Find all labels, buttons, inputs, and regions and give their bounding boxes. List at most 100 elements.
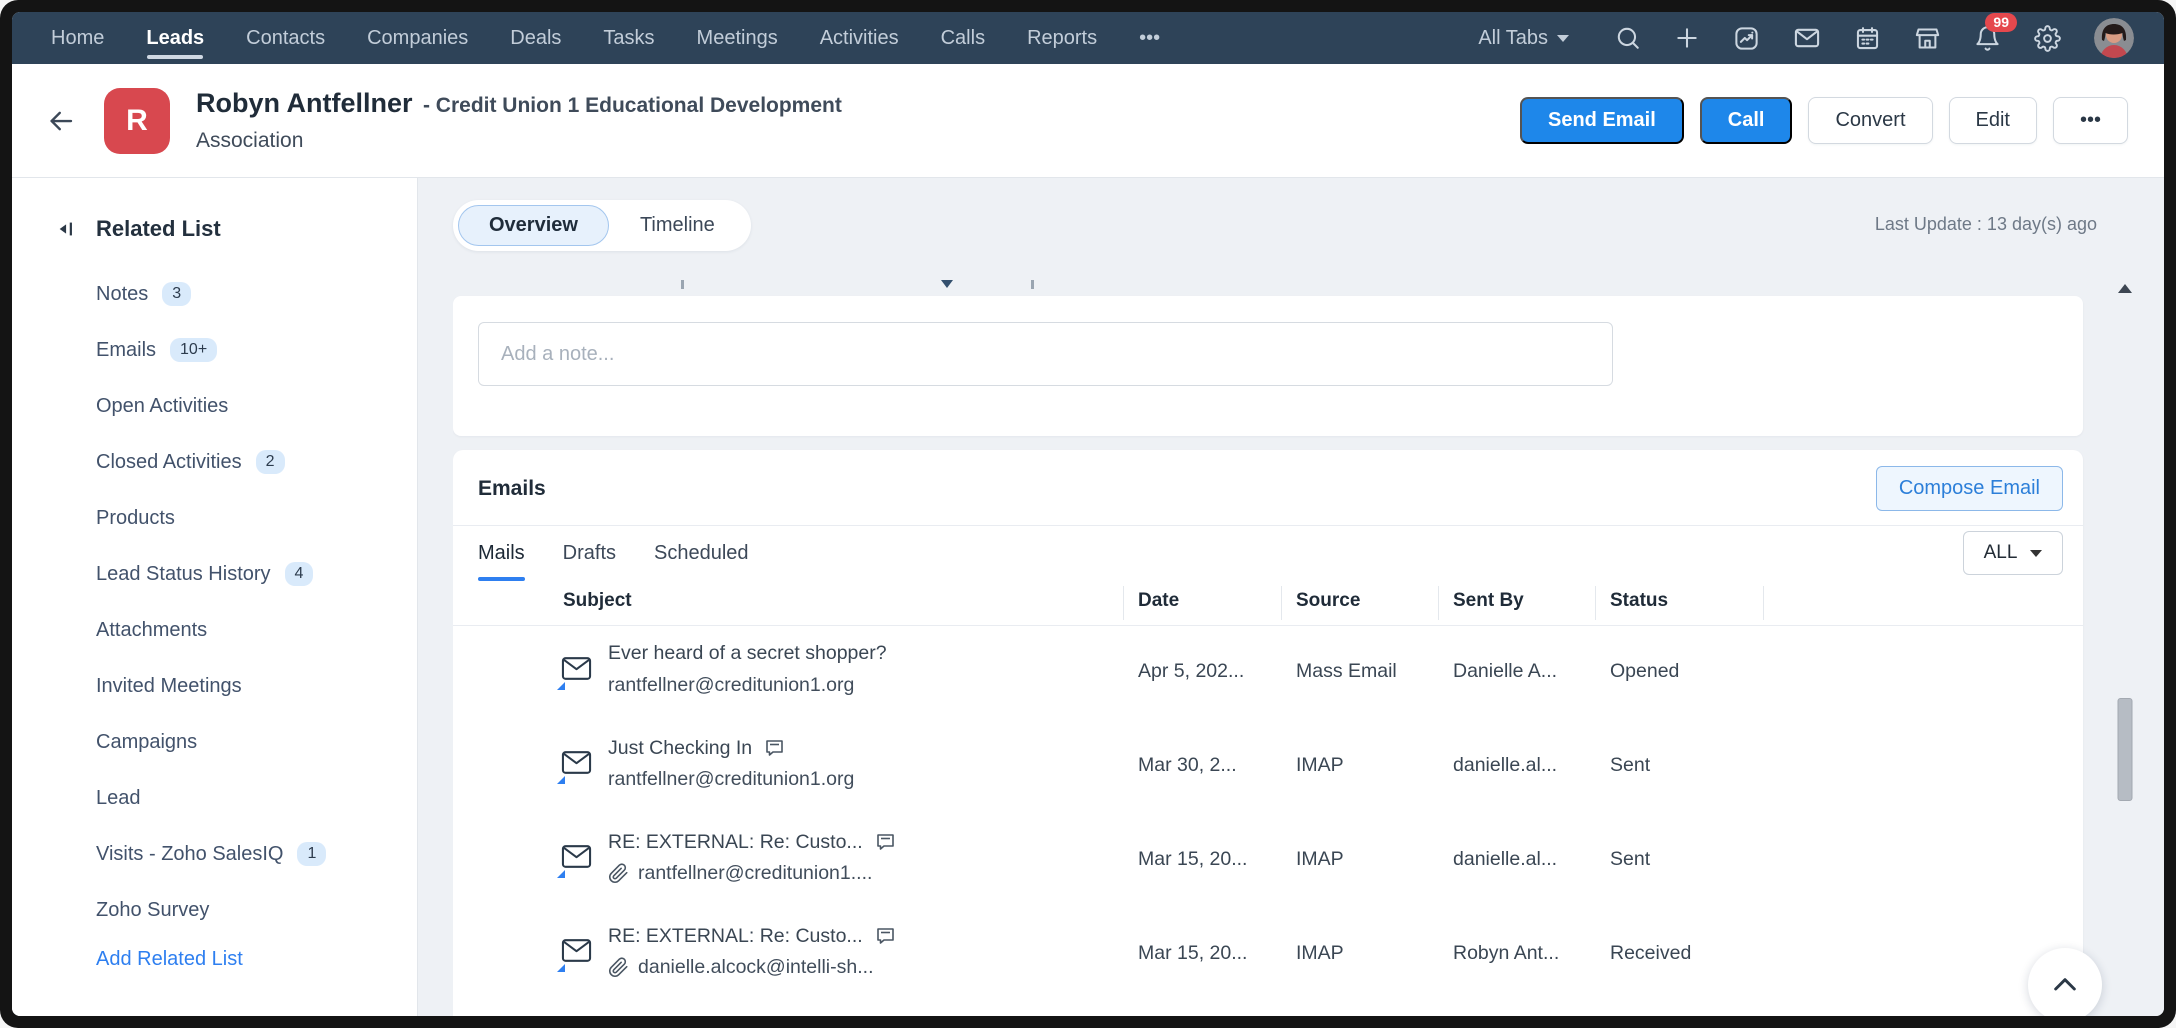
sidebar-item-label: Invited Meetings (96, 675, 242, 698)
call-button[interactable]: Call (1700, 97, 1793, 144)
email-row[interactable]: Just Checking In rantfellner@creditunion… (453, 720, 2083, 814)
sidebar-item[interactable]: Notes 3 (56, 266, 417, 322)
calendar-icon[interactable] (1854, 25, 1881, 52)
add-related-list-link[interactable]: Add Related List (96, 948, 243, 971)
convert-button[interactable]: Convert (1808, 97, 1932, 144)
notifications-bell-icon[interactable]: 99 (1974, 25, 2001, 52)
back-arrow-icon[interactable] (46, 106, 76, 136)
email-subject: RE: EXTERNAL: Re: Custo... (608, 925, 863, 948)
related-list-header: Related List (56, 216, 417, 242)
marketplace-store-icon[interactable] (1914, 25, 1941, 52)
sidebar-item-label: Emails (96, 339, 156, 362)
nav-tab[interactable]: Home (30, 12, 125, 64)
envelope-icon (561, 938, 592, 968)
related-list-sidebar: Related List Notes 3 Emails 10+ Open Act… (12, 178, 418, 1016)
send-email-button[interactable]: Send Email (1520, 97, 1684, 144)
scroll-to-top-button[interactable] (2028, 948, 2102, 1016)
mail-icon[interactable] (1793, 24, 1821, 52)
chevron-down-icon (1557, 35, 1569, 42)
sidebar-item-label: Lead (96, 787, 141, 810)
nav-tab[interactable]: Reports (1006, 12, 1118, 64)
sidebar-item-label: Open Activities (96, 395, 228, 418)
sidebar-item[interactable]: Products (56, 490, 417, 546)
email-row[interactable]: Ever heard of a secret shopper? rantfell… (453, 626, 2083, 720)
quick-create-plus-icon[interactable] (1674, 25, 1700, 51)
emails-title: Emails (478, 477, 546, 501)
clipped-content-strip (453, 278, 2085, 292)
sidebar-item[interactable]: Lead Status History 4 (56, 546, 417, 602)
nav-tab[interactable]: Meetings (676, 12, 799, 64)
mail-tab[interactable]: Scheduled (654, 542, 749, 581)
compose-email-button[interactable]: Compose Email (1876, 466, 2063, 511)
sidebar-item[interactable]: Zoho Survey (56, 882, 417, 938)
vertical-scrollbar[interactable] (2108, 278, 2142, 1016)
email-row[interactable]: RE: EXTERNAL: Re: Custo... danielle.alco… (453, 908, 2083, 1002)
scrollbar-thumb[interactable] (2118, 698, 2133, 801)
collapse-panel-icon[interactable] (56, 218, 78, 240)
mail-tab[interactable]: Drafts (563, 542, 616, 581)
sidebar-item[interactable]: Emails 10+ (56, 322, 417, 378)
settings-gear-icon[interactable] (2034, 25, 2061, 52)
email-source: IMAP (1296, 754, 1344, 777)
sidebar-item-label: Visits - Zoho SalesIQ (96, 843, 283, 866)
nav-icon-cluster: 99 (1615, 18, 2134, 58)
more-actions-button[interactable]: ••• (2053, 97, 2128, 144)
record-name: Robyn Antfellner (196, 88, 413, 118)
email-address: rantfellner@creditunion1.... (638, 862, 872, 885)
email-source: IMAP (1296, 942, 1344, 965)
nav-tab[interactable]: Calls (920, 12, 1006, 64)
envelope-icon (561, 750, 592, 780)
envelope-icon (561, 656, 592, 686)
main-panel: OverviewTimeline Last Update : 13 day(s)… (418, 178, 2164, 1016)
email-direction-mark (557, 964, 565, 972)
edit-button[interactable]: Edit (1949, 97, 2037, 144)
chevron-up-icon (2049, 969, 2081, 1001)
sidebar-item[interactable]: Lead (56, 770, 417, 826)
all-tabs-dropdown[interactable]: All Tabs (1478, 27, 1569, 50)
nav-tab[interactable]: Leads (125, 12, 225, 64)
scrollbar-up-arrow[interactable] (2118, 284, 2132, 293)
email-status: Sent (1610, 754, 1650, 777)
nav-tab[interactable]: Tasks (582, 12, 675, 64)
email-sent-by: Danielle A... (1453, 660, 1557, 683)
screen: HomeLeadsContactsCompaniesDealsTasksMeet… (12, 12, 2164, 1016)
mail-tab[interactable]: Mails (478, 542, 525, 581)
add-note-input[interactable] (478, 322, 1613, 386)
activity-pulse-icon[interactable] (1733, 25, 1760, 52)
view-tab[interactable]: Timeline (609, 205, 746, 246)
nav-tab[interactable]: Contacts (225, 12, 346, 64)
nav-tab[interactable]: Activities (799, 12, 920, 64)
sidebar-item-label: Lead Status History (96, 563, 271, 586)
sidebar-item-label: Products (96, 507, 175, 530)
count-badge: 3 (162, 282, 191, 306)
sidebar-item[interactable]: Attachments (56, 602, 417, 658)
emails-card: Emails Compose Email Mails Drafts Schedule… (453, 450, 2083, 1016)
sidebar-item[interactable]: Open Activities (56, 378, 417, 434)
email-row[interactable]: RE: EXTERNAL: Re: Custo... rantfellner@c… (453, 814, 2083, 908)
nav-tab[interactable]: Deals (489, 12, 582, 64)
sidebar-item[interactable]: Campaigns (56, 714, 417, 770)
top-navbar: HomeLeadsContactsCompaniesDealsTasksMeet… (12, 12, 2164, 64)
thread-icon (873, 924, 897, 948)
column-sent-by: Sent By (1453, 590, 1524, 612)
record-scroll-area: Emails Compose Email Mails Drafts Schedule… (453, 278, 2085, 1016)
attachment-paperclip-icon (608, 957, 629, 978)
user-avatar[interactable] (2094, 18, 2134, 58)
sidebar-item[interactable]: Visits - Zoho SalesIQ 1 (56, 826, 417, 882)
mail-filter-value: ALL (1984, 542, 2018, 564)
attachment-paperclip-icon (608, 863, 629, 884)
record-actions: Send Email Call Convert Edit ••• (1520, 97, 2128, 144)
email-sent-by: danielle.al... (1453, 848, 1557, 871)
view-tabs: OverviewTimeline (453, 200, 751, 251)
sidebar-item[interactable]: Invited Meetings (56, 658, 417, 714)
nav-tab[interactable]: ••• (1118, 12, 1181, 64)
sidebar-item[interactable]: Closed Activities 2 (56, 434, 417, 490)
mail-filter-dropdown[interactable]: ALL (1963, 531, 2063, 575)
view-tab[interactable]: Overview (458, 205, 609, 246)
search-icon[interactable] (1615, 25, 1641, 51)
count-badge: 10+ (170, 338, 217, 362)
nav-tab[interactable]: Companies (346, 12, 489, 64)
email-subject: RE: EXTERNAL: Re: Custo... (608, 831, 863, 854)
email-sent-by: danielle.al... (1453, 754, 1557, 777)
emails-table-body: Ever heard of a secret shopper? rantfell… (453, 626, 2083, 1002)
